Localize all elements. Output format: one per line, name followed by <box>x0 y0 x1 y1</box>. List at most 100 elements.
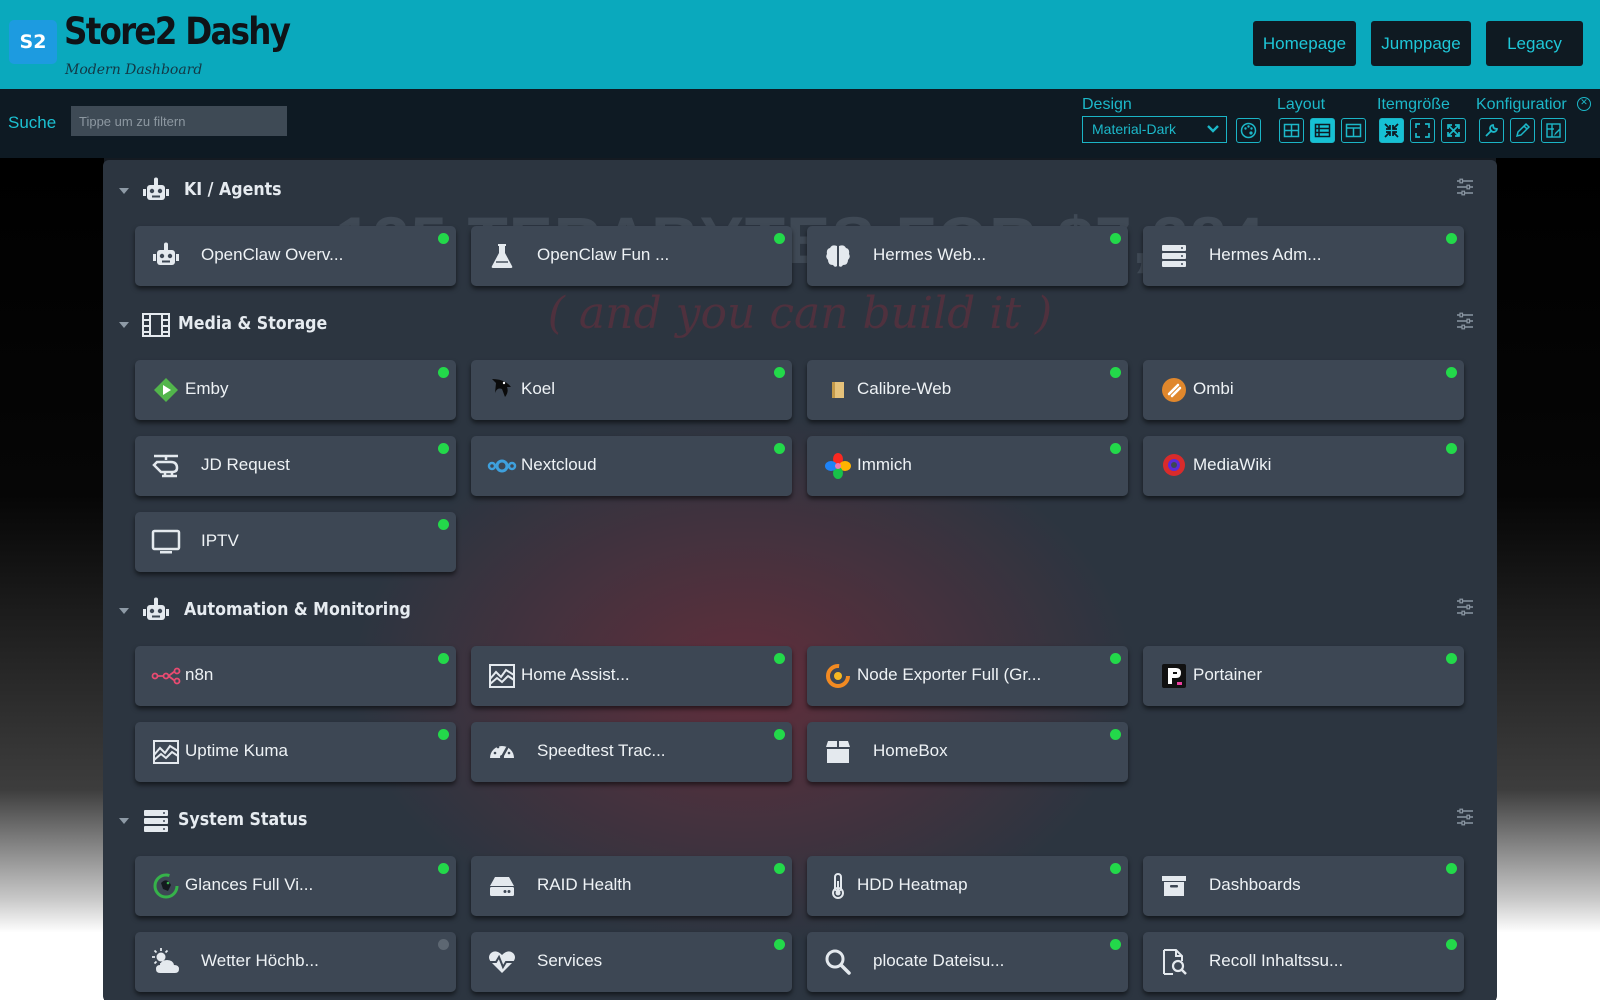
service-tile-label: Immich <box>857 455 912 474</box>
itemsize-large-button[interactable] <box>1441 118 1466 143</box>
background-right <box>1496 158 1600 1000</box>
edit-mode-button[interactable] <box>1510 118 1535 143</box>
service-tile-label: Emby <box>185 379 229 398</box>
itemsize-label: Itemgröße <box>1377 96 1450 113</box>
service-tile[interactable]: plocate Dateisu... <box>807 932 1128 992</box>
nav-homepage-button[interactable]: Homepage <box>1253 21 1356 66</box>
service-tile[interactable]: Dashboards <box>1143 856 1464 916</box>
expand-arrows-icon <box>1447 124 1460 137</box>
service-tile[interactable]: Immich <box>807 436 1128 496</box>
service-tile[interactable]: Glances Full Vi... <box>135 856 456 916</box>
service-tile[interactable]: MediaWiki <box>1143 436 1464 496</box>
service-tile[interactable]: Wetter Höchb... <box>135 932 456 992</box>
service-tile[interactable]: Portainer <box>1143 646 1464 706</box>
section-title: Automation & Monitoring <box>184 599 411 620</box>
section-options-icon[interactable] <box>1455 312 1475 330</box>
ombi-icon <box>1159 375 1189 405</box>
service-tile-label: Nextcloud <box>521 455 597 474</box>
service-tile[interactable]: Hermes Adm... <box>1143 226 1464 286</box>
service-tile[interactable]: Uptime Kuma <box>135 722 456 782</box>
list-icon <box>1314 123 1331 138</box>
itemsize-medium-button[interactable] <box>1410 118 1435 143</box>
search-input[interactable] <box>71 106 287 136</box>
status-indicator <box>774 653 785 664</box>
service-tile-label: Recoll Inhaltssu... <box>1209 951 1344 970</box>
section-header[interactable]: System Status <box>103 806 1497 838</box>
pencil-icon <box>1515 122 1531 138</box>
status-indicator <box>774 367 785 378</box>
service-tile[interactable]: Recoll Inhaltssu... <box>1143 932 1464 992</box>
edit-config-button[interactable] <box>1479 118 1504 143</box>
service-tile[interactable]: Services <box>471 932 792 992</box>
flask-icon <box>487 241 517 271</box>
robot-icon <box>151 241 181 271</box>
nav-legacy-button[interactable]: Legacy <box>1486 21 1583 66</box>
portainer-icon <box>1159 661 1189 691</box>
service-tile[interactable]: JD Request <box>135 436 456 496</box>
status-indicator <box>438 443 449 454</box>
nextcloud-icon <box>487 451 517 481</box>
section-header[interactable]: Automation & Monitoring <box>103 596 1497 628</box>
collapse-caret-icon[interactable] <box>119 188 129 194</box>
palette-button[interactable] <box>1236 118 1261 143</box>
service-tile[interactable]: Calibre-Web <box>807 360 1128 420</box>
status-indicator <box>1446 233 1457 244</box>
toolbar: Suche Design Material-Dark Layout Itemgr… <box>0 89 1600 158</box>
service-tile-label: HDD Heatmap <box>857 875 968 894</box>
service-tile[interactable]: OpenClaw Fun ... <box>471 226 792 286</box>
n8n-icon <box>151 661 181 691</box>
collapse-caret-icon[interactable] <box>119 818 129 824</box>
itemsize-small-button[interactable] <box>1379 118 1404 143</box>
collapse-caret-icon[interactable] <box>119 608 129 614</box>
theme-select[interactable]: Material-Dark <box>1082 116 1227 143</box>
layout-auto-button[interactable] <box>1279 118 1304 143</box>
chart-area-icon <box>151 737 181 767</box>
thermometer-icon <box>823 871 853 901</box>
service-tile[interactable]: Ombi <box>1143 360 1464 420</box>
section-title: System Status <box>178 809 308 830</box>
status-indicator <box>438 863 449 874</box>
service-tile-label: IPTV <box>201 531 239 550</box>
section-header[interactable]: Media & Storage <box>103 310 1497 342</box>
service-tile[interactable]: Home Assist... <box>471 646 792 706</box>
service-tile-label: Koel <box>521 379 556 398</box>
service-tile[interactable]: HDD Heatmap <box>807 856 1128 916</box>
service-tile[interactable]: Emby <box>135 360 456 420</box>
section-options-icon[interactable] <box>1455 598 1475 616</box>
service-tile[interactable]: HomeBox <box>807 722 1128 782</box>
nav-jumppage-button[interactable]: Jumppage <box>1371 21 1471 66</box>
app-title: Store2 Dashy <box>64 10 291 53</box>
chart-area-icon <box>487 661 517 691</box>
service-tile[interactable]: OpenClaw Overv... <box>135 226 456 286</box>
service-tile[interactable]: Hermes Web... <box>807 226 1128 286</box>
section-header[interactable]: KI / Agents <box>103 176 1497 208</box>
service-tile[interactable]: n8n <box>135 646 456 706</box>
service-tile[interactable]: IPTV <box>135 512 456 572</box>
service-tile-label: Ombi <box>1193 379 1234 398</box>
status-indicator <box>1446 653 1457 664</box>
service-tile[interactable]: Koel <box>471 360 792 420</box>
layout-horizontal-button[interactable] <box>1341 118 1366 143</box>
expand-frame-icon <box>1415 123 1430 138</box>
brain-icon <box>823 241 853 271</box>
edit-layout-icon <box>1546 123 1561 138</box>
service-tile-label: Dashboards <box>1209 875 1301 894</box>
layout-vertical-button[interactable] <box>1310 118 1335 143</box>
collapse-caret-icon[interactable] <box>119 322 129 328</box>
section-options-icon[interactable] <box>1455 808 1475 826</box>
section-options-icon[interactable] <box>1455 178 1475 196</box>
service-tile[interactable]: Nextcloud <box>471 436 792 496</box>
background-left <box>0 158 104 1000</box>
main-content: 135 TERABYTES FOR $7,384 ( and you can b… <box>103 160 1497 1000</box>
immich-pinwheel-icon <box>823 451 853 481</box>
server-icon <box>1159 241 1189 271</box>
app-header: S2 Store2 Dashy Modern Dashboard Homepag… <box>0 0 1600 89</box>
service-tile-label: OpenClaw Fun ... <box>537 245 670 264</box>
app-subtitle: Modern Dashboard <box>65 62 203 78</box>
close-config-icon[interactable]: ✕ <box>1577 97 1591 111</box>
layout-editor-button[interactable] <box>1541 118 1566 143</box>
service-tile[interactable]: Speedtest Trac... <box>471 722 792 782</box>
service-tile[interactable]: RAID Health <box>471 856 792 916</box>
app-logo[interactable]: S2 <box>9 20 57 64</box>
service-tile[interactable]: Node Exporter Full (Gr... <box>807 646 1128 706</box>
